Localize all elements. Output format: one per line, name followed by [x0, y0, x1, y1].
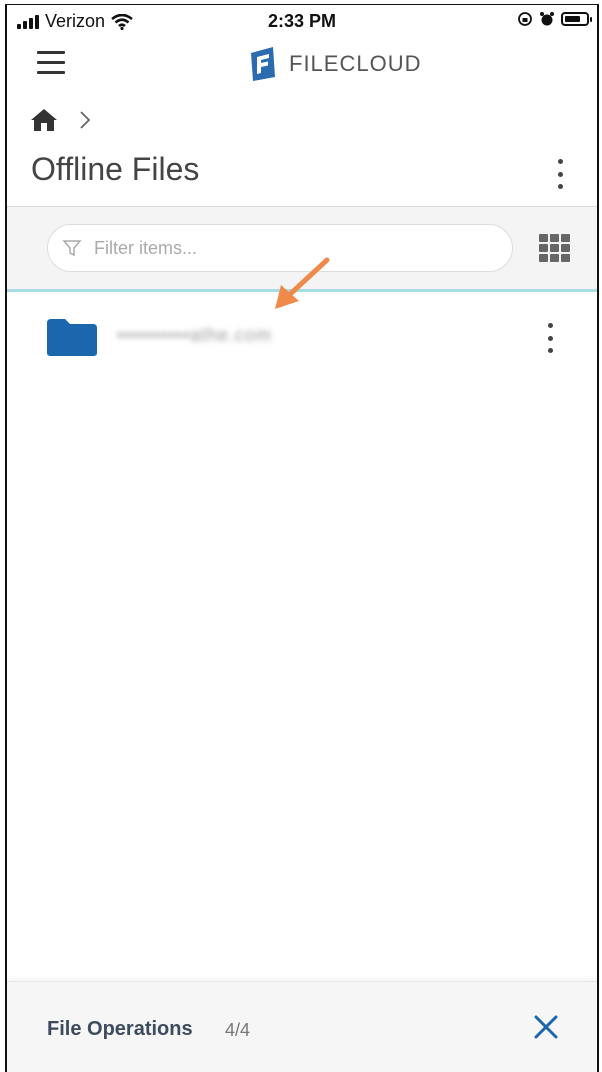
more-options-button[interactable]: [555, 159, 565, 189]
alarm-icon: [540, 12, 554, 26]
app-frame: Verizon 2:33 PM FILECLOUD Offline Files …: [5, 4, 599, 1072]
status-bar: Verizon 2:33 PM: [7, 5, 597, 39]
file-operations-bar[interactable]: File Operations 4/4: [7, 981, 597, 1072]
more-vertical-icon: [547, 323, 553, 328]
brand-name: FILECLOUD: [289, 51, 422, 76]
rotation-lock-icon: [518, 12, 532, 26]
close-icon[interactable]: [531, 1012, 561, 1042]
annotation-arrow: [275, 257, 330, 309]
folder-name: ••••••••••athe.com: [117, 325, 273, 345]
file-operations-count: 4/4: [225, 1020, 251, 1040]
home-icon[interactable]: [29, 107, 59, 133]
hamburger-icon: [37, 51, 65, 54]
filecloud-logo: FILECLOUD: [247, 45, 421, 83]
filecloud-logo-icon: [251, 47, 275, 81]
page-title: Offline Files: [31, 151, 200, 187]
battery-icon: [561, 12, 592, 26]
chevron-right-icon: [80, 111, 91, 129]
filter-icon: [62, 240, 82, 257]
menu-button[interactable]: [37, 51, 65, 77]
folder-icon: [47, 319, 97, 356]
filter-placeholder: Filter items...: [94, 237, 198, 258]
clock: 2:33 PM: [267, 11, 337, 31]
item-options-button[interactable]: [545, 323, 555, 353]
more-vertical-icon: [557, 159, 563, 164]
breadcrumb: [29, 107, 91, 133]
grid-view-button[interactable]: [539, 234, 571, 262]
file-operations-label: File Operations: [47, 1018, 193, 1040]
grid-icon: [539, 234, 548, 242]
